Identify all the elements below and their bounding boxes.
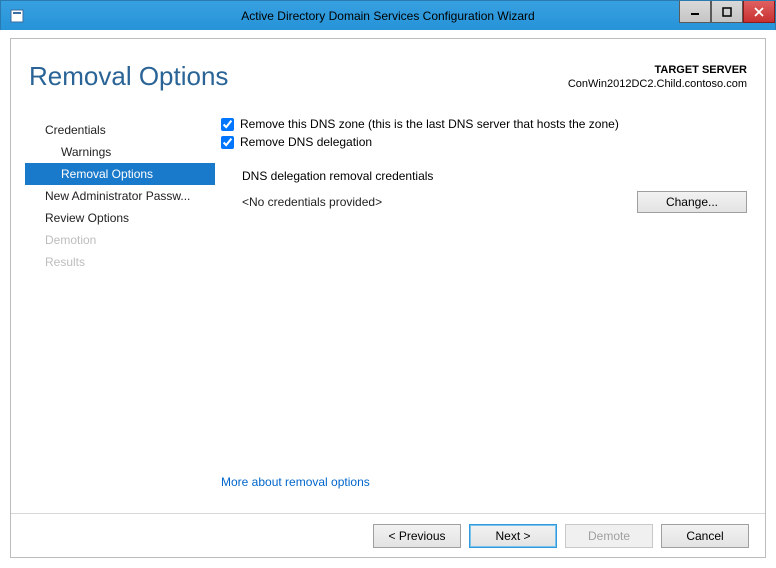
page-heading: Removal Options xyxy=(29,61,228,92)
wizard-nav: Credentials Warnings Removal Options New… xyxy=(25,119,215,273)
remove-dns-zone-label: Remove this DNS zone (this is the last D… xyxy=(240,117,619,131)
minimize-button[interactable] xyxy=(679,1,711,23)
change-button[interactable]: Change... xyxy=(637,191,747,213)
window-title: Active Directory Domain Services Configu… xyxy=(1,9,775,23)
app-icon xyxy=(9,8,25,24)
maximize-button[interactable] xyxy=(711,1,743,23)
nav-removal-options[interactable]: Removal Options xyxy=(25,163,215,185)
nav-review-options[interactable]: Review Options xyxy=(25,207,215,229)
nav-demotion: Demotion xyxy=(25,229,215,251)
remove-dns-delegation-row[interactable]: Remove DNS delegation xyxy=(221,135,747,149)
remove-dns-delegation-label: Remove DNS delegation xyxy=(240,135,372,149)
target-server-box: TARGET SERVER ConWin2012DC2.Child.contos… xyxy=(568,63,747,91)
delegation-credentials-heading: DNS delegation removal credentials xyxy=(242,169,747,183)
options-area: Remove this DNS zone (this is the last D… xyxy=(221,117,747,501)
remove-dns-zone-row[interactable]: Remove this DNS zone (this is the last D… xyxy=(221,117,747,131)
nav-new-admin-password[interactable]: New Administrator Passw... xyxy=(25,185,215,207)
credentials-value: <No credentials provided> xyxy=(242,195,637,209)
target-server-label: TARGET SERVER xyxy=(568,63,747,77)
close-button[interactable] xyxy=(743,1,775,23)
next-button[interactable]: Next > xyxy=(469,524,557,548)
remove-dns-zone-checkbox[interactable] xyxy=(221,118,234,131)
previous-button[interactable]: < Previous xyxy=(373,524,461,548)
nav-results: Results xyxy=(25,251,215,273)
nav-warnings[interactable]: Warnings xyxy=(25,141,215,163)
cancel-button[interactable]: Cancel xyxy=(661,524,749,548)
nav-credentials[interactable]: Credentials xyxy=(25,119,215,141)
wizard-footer: < Previous Next > Demote Cancel xyxy=(11,513,765,557)
more-about-link[interactable]: More about removal options xyxy=(221,475,370,489)
remove-dns-delegation-checkbox[interactable] xyxy=(221,136,234,149)
demote-button[interactable]: Demote xyxy=(565,524,653,548)
wizard-panel: Removal Options TARGET SERVER ConWin2012… xyxy=(10,38,766,558)
target-server-name: ConWin2012DC2.Child.contoso.com xyxy=(568,77,747,91)
title-bar: Active Directory Domain Services Configu… xyxy=(1,1,775,31)
window-controls xyxy=(679,1,775,23)
